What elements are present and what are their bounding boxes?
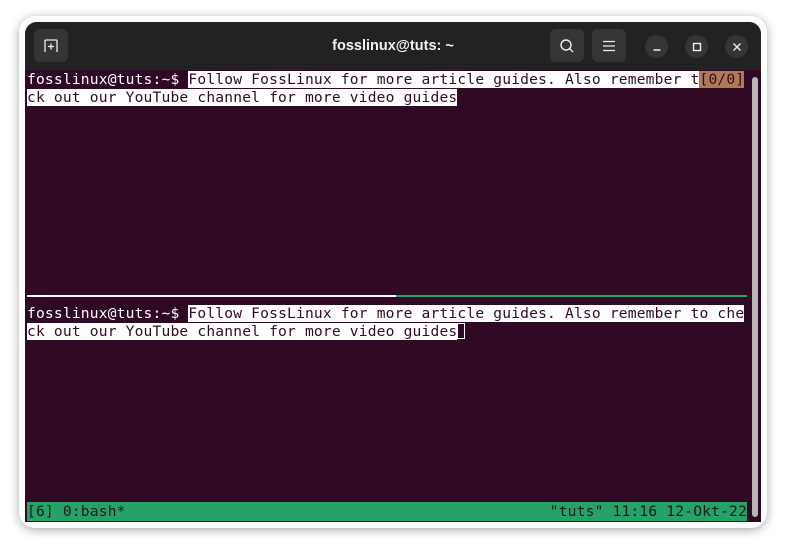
pane-divider[interactable] (27, 295, 396, 297)
maximize-button[interactable] (685, 35, 708, 58)
terminal-line: ck out our YouTube channel for more vide… (27, 89, 458, 107)
new-tab-button[interactable] (34, 29, 68, 62)
close-button[interactable] (725, 35, 748, 58)
minimize-icon (653, 48, 660, 51)
scrollbar[interactable] (750, 71, 761, 522)
menu-button[interactable] (592, 29, 626, 62)
command-text: Follow FossLinux for more article guides… (188, 71, 700, 88)
terminal-line: fosslinux@tuts:~$ Follow FossLinux for m… (27, 305, 745, 323)
status-session-time: "tuts" 11:16 12-Okt-22 (549, 503, 747, 520)
copy-mode-indicator: [0/0] (699, 71, 745, 88)
terminal-line: ck out our YouTube channel for more vide… (27, 323, 466, 341)
search-button[interactable] (550, 29, 584, 62)
title-bar[interactable]: fosslinux@tuts: ~ (25, 22, 761, 70)
new-tab-icon (44, 38, 58, 52)
terminal-line: fosslinux@tuts:~$ Follow FossLinux for m… (27, 71, 745, 89)
close-icon (732, 42, 741, 51)
terminal-area[interactable]: fosslinux@tuts:~$ Follow FossLinux for m… (27, 71, 747, 522)
shell-prompt: fosslinux@tuts:~$ (27, 305, 189, 322)
maximize-icon (692, 42, 701, 51)
tmux-status-bar: [6] 0:bash* "tuts" 11:16 12-Okt-22 (27, 502, 747, 521)
scrollbar-thumb[interactable] (752, 77, 758, 517)
minimize-button[interactable] (645, 35, 668, 58)
terminal-window: fosslinux@tuts: ~ fosslinux@tuts:~$ Foll… (25, 22, 761, 522)
text-cursor (457, 323, 466, 339)
search-icon (560, 38, 574, 52)
command-text: ck out our YouTube channel for more vide… (27, 323, 458, 340)
command-text: ck out our YouTube channel for more vide… (27, 89, 458, 106)
shell-prompt: fosslinux@tuts:~$ (27, 71, 189, 88)
active-pane-border[interactable] (396, 295, 747, 297)
hamburger-menu-icon (603, 40, 615, 51)
command-text: Follow FossLinux for more article guides… (188, 305, 745, 322)
status-window-list[interactable]: [6] 0:bash* (27, 502, 126, 521)
